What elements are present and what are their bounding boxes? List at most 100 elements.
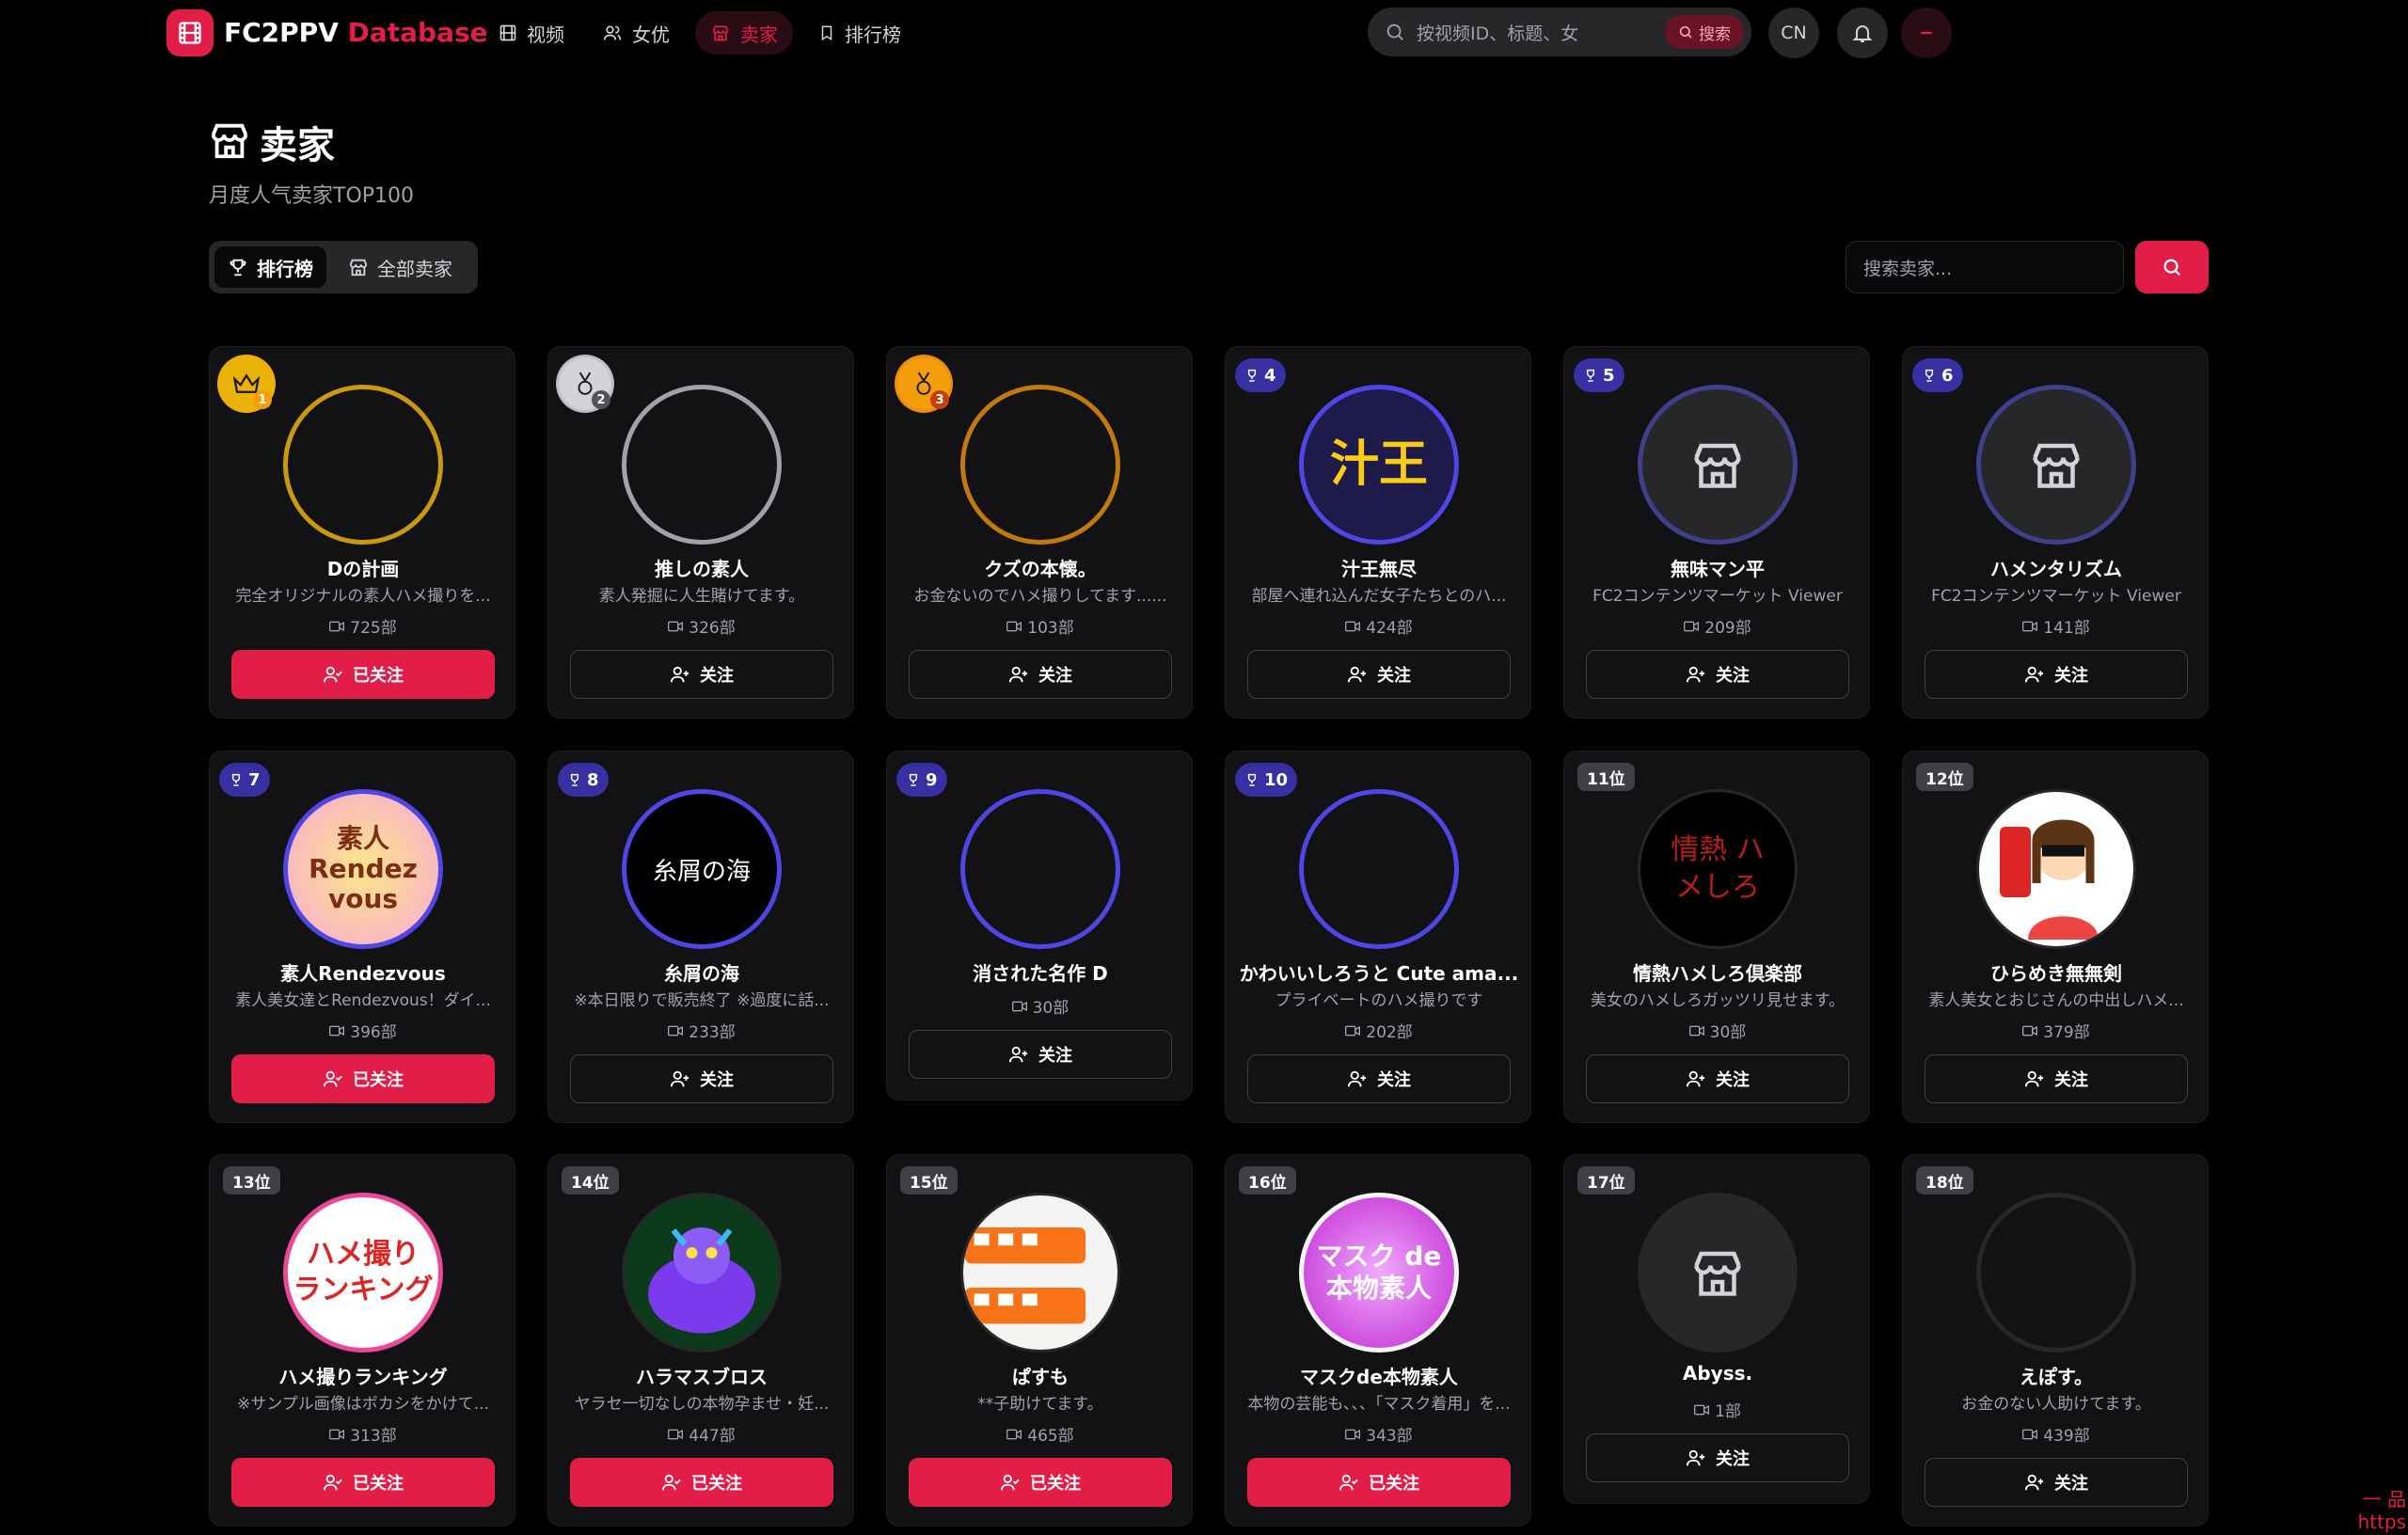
seller-avatar[interactable] bbox=[1976, 789, 2136, 949]
follow-button[interactable]: 关注 bbox=[1247, 650, 1511, 699]
follow-button[interactable]: 关注 bbox=[909, 650, 1172, 699]
video-count-value: 465部 bbox=[1027, 1427, 1074, 1446]
seller-avatar[interactable] bbox=[960, 789, 1120, 949]
seller-avatar[interactable]: マスク de 本物素人 bbox=[1299, 1193, 1459, 1353]
seller-name[interactable]: 糸屑の海 bbox=[556, 958, 848, 986]
seller-card[interactable]: 11位 情熱 ハメしろ 情熱ハメしろ倶楽部 美女のハメしろガッツリ見せます。 30部 关注 bbox=[1563, 751, 1870, 1123]
seller-card[interactable]: 7 素人 Rendez vous 素人Rendezvous 素人美女達とRendezv… bbox=[209, 751, 515, 1123]
seller-avatar[interactable] bbox=[1638, 1193, 1798, 1353]
seller-card[interactable]: 3 クズの本懐。 お金ないのでハメ撮りしてます...... 103部 关注 bbox=[886, 346, 1193, 719]
seller-name[interactable]: 無味マン平 bbox=[1572, 554, 1863, 581]
seller-avatar[interactable] bbox=[1976, 385, 2136, 545]
seller-name[interactable]: ハメ撮りランキング bbox=[217, 1362, 509, 1389]
seller-name[interactable]: 素人Rendezvous bbox=[217, 958, 509, 986]
seller-avatar[interactable]: 糸屑の海 bbox=[622, 789, 782, 949]
seller-avatar[interactable] bbox=[960, 385, 1120, 545]
rank-medal: 2 bbox=[556, 355, 614, 413]
seller-avatar[interactable] bbox=[622, 385, 782, 545]
follow-button[interactable]: 已关注 bbox=[1247, 1458, 1511, 1507]
seller-avatar[interactable] bbox=[283, 385, 443, 545]
seller-card[interactable]: 10 かわいいしろうと Cute ama... プライベートのハメ撮りです 202部关… bbox=[1225, 751, 1531, 1123]
rank-badge: 13位 bbox=[223, 1166, 280, 1195]
seller-avatar[interactable] bbox=[1976, 1193, 2136, 1353]
seller-name[interactable]: 情熱ハメしろ倶楽部 bbox=[1572, 958, 1863, 986]
language-button[interactable]: CN bbox=[1768, 8, 1819, 58]
seller-avatar[interactable]: 情熱 ハメしろ bbox=[1638, 789, 1798, 949]
seller-name[interactable]: ぱすも bbox=[895, 1362, 1186, 1389]
nav-item-ranking[interactable]: 排行榜 bbox=[803, 11, 916, 55]
seller-card[interactable]: 5 無味マン平 FC2コンテンツマーケット Viewer 209部 关注 bbox=[1563, 346, 1870, 719]
seller-avatar[interactable] bbox=[1638, 385, 1798, 545]
seller-card[interactable]: 6 ハメンタリズム FC2コンテンツマーケット Viewer 141部 关注 bbox=[1902, 346, 2209, 719]
tab-all-sellers[interactable]: 全部卖家 bbox=[335, 246, 466, 288]
follow-button[interactable]: 关注 bbox=[1247, 1054, 1511, 1103]
trophy-icon bbox=[1586, 369, 1595, 382]
seller-card[interactable]: 13位 ハメ撮り ランキング ハメ撮りランキング ※サンプル画像はボカシをかけて...… bbox=[209, 1154, 515, 1527]
follow-button[interactable]: 关注 bbox=[1925, 1054, 2188, 1103]
follow-button[interactable]: 关注 bbox=[1586, 1054, 1849, 1103]
seller-search-button[interactable] bbox=[2135, 241, 2209, 293]
logo-film-icon[interactable] bbox=[166, 9, 214, 56]
seller-avatar[interactable] bbox=[1299, 789, 1459, 949]
seller-search-input[interactable]: 搜索卖家... bbox=[1846, 241, 2124, 293]
video-count-value: 202部 bbox=[1366, 1023, 1413, 1042]
seller-name[interactable]: 汁王無尽 bbox=[1233, 554, 1525, 581]
seller-description: 部屋へ連れ込んだ女子たちとのハ... bbox=[1251, 587, 1507, 606]
follow-button[interactable]: 已关注 bbox=[231, 1458, 495, 1507]
seller-card[interactable]: 14位 ハラマスブロス ヤラセ一切なしの本物孕ませ・妊... 447部 已关注 bbox=[547, 1154, 854, 1527]
seller-name[interactable]: えぽす。 bbox=[1910, 1362, 2202, 1389]
seller-card[interactable]: 16位 マスク de 本物素人 マスクde本物素人 本物の芸能も、、、「マスク着用」を… bbox=[1225, 1154, 1531, 1527]
seller-name[interactable]: ひらめき無無剣 bbox=[1910, 958, 2202, 986]
seller-name[interactable]: ハラマスブロス bbox=[556, 1362, 848, 1389]
video-count: 379部 bbox=[1903, 1019, 2210, 1042]
follow-button[interactable]: 关注 bbox=[909, 1030, 1172, 1079]
seller-name[interactable]: ハメンタリズム bbox=[1910, 554, 2202, 581]
rank-badge: 8 bbox=[558, 763, 609, 797]
seller-name[interactable]: Abyss. bbox=[1572, 1362, 1863, 1385]
seller-card[interactable]: 4 汁王 汁王無尽 部屋へ連れ込んだ女子たちとのハ... 424部 关注 bbox=[1225, 346, 1531, 719]
seller-avatar[interactable] bbox=[622, 1193, 782, 1353]
seller-name[interactable]: 推しの素人 bbox=[556, 554, 848, 581]
follow-button[interactable]: 关注 bbox=[570, 650, 833, 699]
seller-name[interactable]: クズの本懐。 bbox=[895, 554, 1186, 581]
follow-button[interactable]: 已关注 bbox=[231, 1054, 495, 1103]
follow-button[interactable]: 关注 bbox=[1925, 1458, 2188, 1507]
follow-button[interactable]: 已关注 bbox=[909, 1458, 1172, 1507]
seller-card[interactable]: 9 消された名作 D 30部 关注 bbox=[886, 751, 1193, 1100]
seller-card[interactable]: 12位 ひらめき無無剣 素人美女とおじさんの中出しハメ... 379部 关注 bbox=[1902, 751, 2209, 1123]
seller-name[interactable]: マスクde本物素人 bbox=[1233, 1362, 1525, 1389]
global-search-box[interactable]: 按视频ID、标题、女 搜索 bbox=[1368, 8, 1751, 56]
follow-button[interactable]: 关注 bbox=[1925, 650, 2188, 699]
seller-avatar[interactable]: ハメ撮り ランキング bbox=[283, 1193, 443, 1353]
brand-name[interactable]: FC2PPV Database bbox=[224, 17, 488, 48]
seller-card[interactable]: 1 Dの計画 完全オリジナルの素人ハメ撮りを... 725部 已关注 bbox=[209, 346, 515, 719]
follow-button[interactable]: 已关注 bbox=[231, 650, 495, 699]
seller-card[interactable]: 15位 ぱすも **子助けてます。 465部 已关注 bbox=[886, 1154, 1193, 1527]
video-count-value: 1部 bbox=[1715, 1402, 1741, 1421]
notifications-button[interactable] bbox=[1837, 8, 1888, 58]
seller-avatar[interactable] bbox=[960, 1193, 1120, 1353]
rank-badge: 7 bbox=[219, 763, 270, 797]
seller-name[interactable]: かわいいしろうと Cute ama... bbox=[1233, 958, 1525, 986]
seller-card[interactable]: 2 推しの素人 素人発掘に人生賭けてます。 326部 关注 bbox=[547, 346, 854, 719]
search-button[interactable]: 搜索 bbox=[1665, 15, 1744, 49]
seller-card[interactable]: 17位 Abyss. 1部 关注 bbox=[1563, 1154, 1870, 1504]
search-input[interactable]: 按视频ID、标题、女 bbox=[1417, 20, 1652, 45]
rank-number: 4 bbox=[1264, 365, 1276, 386]
seller-name[interactable]: 消された名作 D bbox=[895, 958, 1186, 986]
follow-button[interactable]: 关注 bbox=[1586, 650, 1849, 699]
seller-card[interactable]: 18位 えぽす。 お金のない人助けてます。 439部 关注 bbox=[1902, 1154, 2209, 1527]
seller-avatar[interactable]: 素人 Rendez vous bbox=[283, 789, 443, 949]
tab-ranking[interactable]: 排行榜 bbox=[214, 246, 326, 288]
nav-item-sellers[interactable]: 卖家 bbox=[695, 11, 793, 55]
nav-item-actresses[interactable]: 女优 bbox=[587, 11, 685, 55]
follow-button[interactable]: 已关注 bbox=[570, 1458, 833, 1507]
seller-avatar[interactable]: 汁王 bbox=[1299, 385, 1459, 545]
follow-button[interactable]: 关注 bbox=[570, 1054, 833, 1103]
seller-card[interactable]: 8 糸屑の海 糸屑の海 ※本日限りで販売終了 ※過度に話... 233部 关注 bbox=[547, 751, 854, 1123]
seller-name[interactable]: Dの計画 bbox=[217, 554, 509, 581]
rank-number: 8 bbox=[587, 769, 599, 790]
nav-item-videos[interactable]: 视频 bbox=[483, 11, 579, 55]
user-menu-button[interactable] bbox=[1901, 8, 1952, 58]
follow-button[interactable]: 关注 bbox=[1586, 1433, 1849, 1482]
